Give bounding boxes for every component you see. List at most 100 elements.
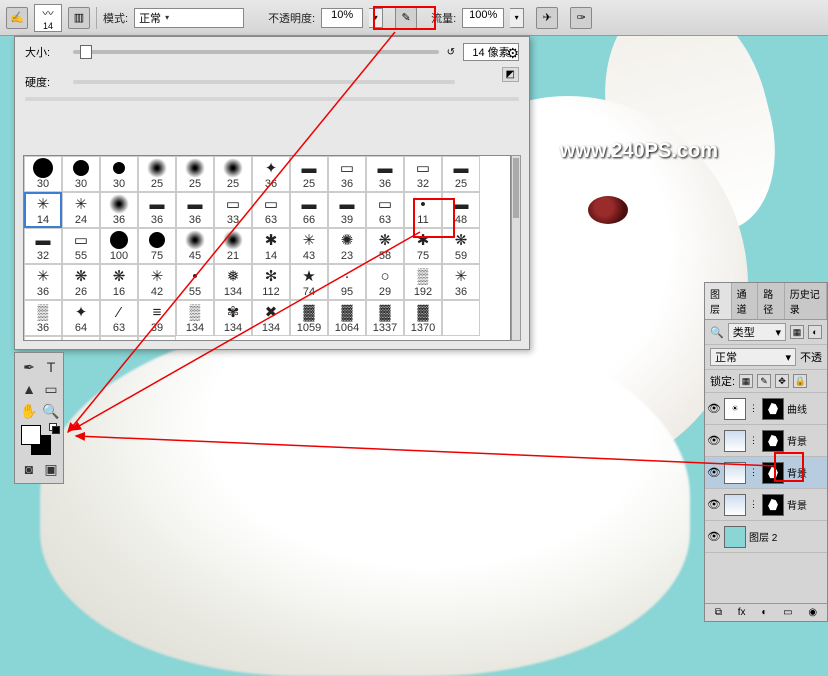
layer-name[interactable]: 图层 2	[749, 529, 777, 544]
flow-input[interactable]: 100%	[462, 8, 504, 28]
brush-tool-icon[interactable]: ✍	[6, 7, 28, 29]
tab-layers[interactable]: 图层	[705, 283, 732, 319]
pressure-size-icon[interactable]: ✑	[570, 7, 592, 29]
layer-thumb[interactable]	[724, 494, 746, 516]
brush-preset-cell[interactable]: ▬36	[176, 192, 214, 228]
type-tool-icon[interactable]: T	[41, 357, 61, 377]
brush-preset-cell[interactable]	[100, 336, 138, 341]
rectangle-tool-icon[interactable]: ▭	[41, 379, 61, 399]
quickmask-icon[interactable]: ◙	[19, 459, 39, 479]
brush-preset-cell[interactable]: ✱75	[404, 228, 442, 264]
brush-preset-cell[interactable]: ❋59	[442, 228, 480, 264]
brush-preset-cell[interactable]: •11	[404, 192, 442, 228]
brush-preset-cell[interactable]: ▭55	[62, 228, 100, 264]
brush-preset-cell[interactable]: ▒192	[404, 264, 442, 300]
brush-preset-cell[interactable]: ▭32	[404, 156, 442, 192]
lock-paint-icon[interactable]: ✎	[757, 374, 771, 388]
brush-preset-cell[interactable]: ▬32	[24, 228, 62, 264]
blend-mode-select[interactable]: 正常▾	[134, 8, 244, 28]
pen-tool-icon[interactable]: ✒	[19, 357, 39, 377]
brush-preset-cell[interactable]: ▭36	[328, 156, 366, 192]
visibility-icon[interactable]: 👁	[707, 402, 721, 415]
zoom-tool-icon[interactable]: 🔍	[41, 401, 61, 421]
brush-extra-slider[interactable]	[25, 97, 519, 101]
brush-panel-toggle-icon[interactable]: ▥	[68, 7, 90, 29]
layer-row[interactable]: 👁⋮背景	[705, 457, 827, 489]
brush-preset-cell[interactable]: ▬66	[290, 192, 328, 228]
lock-all-icon[interactable]: 🔒	[793, 374, 807, 388]
brush-preset-cell[interactable]: 25	[176, 156, 214, 192]
brush-preset-cell[interactable]: ▭33	[214, 192, 252, 228]
brush-grid[interactable]: 303030252525✦36▬25▭36▬36▭32▬25✳14✳2436▬3…	[23, 155, 511, 341]
visibility-icon[interactable]: 👁	[707, 530, 721, 543]
brush-preset-cell[interactable]: 45	[176, 228, 214, 264]
brush-preset-cell[interactable]: 75	[138, 228, 176, 264]
brush-preset-cell[interactable]: ▓1059	[290, 300, 328, 336]
brush-preset-cell[interactable]	[442, 300, 480, 336]
visibility-icon[interactable]: 👁	[707, 434, 721, 447]
link-layers-icon[interactable]: ⧉	[715, 607, 722, 618]
layer-name[interactable]: 背景	[787, 465, 807, 480]
default-colors-icon[interactable]	[49, 423, 59, 433]
brush-preset-cell[interactable]: ✳42	[138, 264, 176, 300]
layer-filter-select[interactable]: 类型▾	[728, 323, 786, 341]
tab-channels[interactable]: 通道	[732, 283, 759, 319]
brush-preset-cell[interactable]	[138, 336, 176, 341]
brush-preset-cell[interactable]: ✾134	[214, 300, 252, 336]
hand-tool-icon[interactable]: ✋	[19, 401, 39, 421]
gear-icon[interactable]: ⚙	[506, 45, 519, 62]
brush-preset-cell[interactable]: ✳36	[442, 264, 480, 300]
brush-preset-cell[interactable]: ✖134	[252, 300, 290, 336]
layer-name[interactable]: 曲线	[787, 401, 807, 416]
mask-thumb[interactable]	[762, 430, 784, 452]
brush-preset-cell[interactable]: ❋26	[62, 264, 100, 300]
layer-name[interactable]: 背景	[787, 433, 807, 448]
brush-preset-cell[interactable]	[24, 336, 62, 341]
brush-preset-cell[interactable]: 25	[214, 156, 252, 192]
brush-preset-cell[interactable]: ·95	[328, 264, 366, 300]
brush-preset-cell[interactable]: ❅134	[214, 264, 252, 300]
brush-preset-cell[interactable]: ✳14	[24, 192, 62, 228]
tab-history[interactable]: 历史记录	[785, 283, 827, 319]
brush-preset-cell[interactable]: ▒36	[24, 300, 62, 336]
layer-thumb[interactable]	[724, 526, 746, 548]
new-preset-icon[interactable]: ◩	[502, 67, 519, 82]
layer-thumb[interactable]	[724, 462, 746, 484]
brush-preset-cell[interactable]: ▒134	[176, 300, 214, 336]
brush-hardness-slider[interactable]	[73, 80, 455, 84]
brush-preset-cell[interactable]: ✳36	[24, 264, 62, 300]
brush-preset-cell[interactable]: ▭63	[366, 192, 404, 228]
opacity-dropdown[interactable]: ▾	[369, 8, 383, 28]
tab-paths[interactable]: 路径	[758, 283, 785, 319]
brush-preset-cell[interactable]: ▓1337	[366, 300, 404, 336]
brush-preset-cell[interactable]	[62, 336, 100, 341]
layer-row[interactable]: 👁 图层 2	[705, 521, 827, 553]
flow-dropdown[interactable]: ▾	[510, 8, 524, 28]
lock-pixels-icon[interactable]: ▦	[739, 374, 753, 388]
layer-thumb[interactable]	[724, 430, 746, 452]
adj-thumb[interactable]: ☀	[724, 398, 746, 420]
layer-row[interactable]: 👁☀⋮曲线	[705, 393, 827, 425]
brush-preset-cell[interactable]: ✦36	[252, 156, 290, 192]
brush-preset-cell[interactable]: ▬36	[366, 156, 404, 192]
brush-preset-cell[interactable]: ✳24	[62, 192, 100, 228]
brush-preset-cell[interactable]: 30	[24, 156, 62, 192]
brush-preset-cell[interactable]: ▬48	[442, 192, 480, 228]
lock-position-icon[interactable]: ✥	[775, 374, 789, 388]
mask-thumb[interactable]	[762, 462, 784, 484]
layer-name[interactable]: 背景	[787, 497, 807, 512]
brush-preset-cell[interactable]: ⁄63	[100, 300, 138, 336]
brush-preset-cell[interactable]: ▬25	[442, 156, 480, 192]
mask-thumb[interactable]	[762, 398, 784, 420]
brush-preset-cell[interactable]: ✱14	[252, 228, 290, 264]
brush-preset-dropdown[interactable]: 〰 14	[34, 4, 62, 32]
new-group-icon[interactable]: ▭	[783, 607, 792, 618]
path-select-icon[interactable]: ▲	[19, 379, 39, 399]
brush-preset-cell[interactable]: ✻112	[252, 264, 290, 300]
brush-preset-cell[interactable]: ▭63	[252, 192, 290, 228]
reset-size-icon[interactable]: ↺	[447, 47, 455, 58]
filter-pixel-icon[interactable]: ▦	[790, 325, 804, 339]
brush-preset-cell[interactable]: ≡39	[138, 300, 176, 336]
filter-adj-icon[interactable]: ◐	[808, 325, 822, 339]
brush-preset-cell[interactable]: ❋16	[100, 264, 138, 300]
